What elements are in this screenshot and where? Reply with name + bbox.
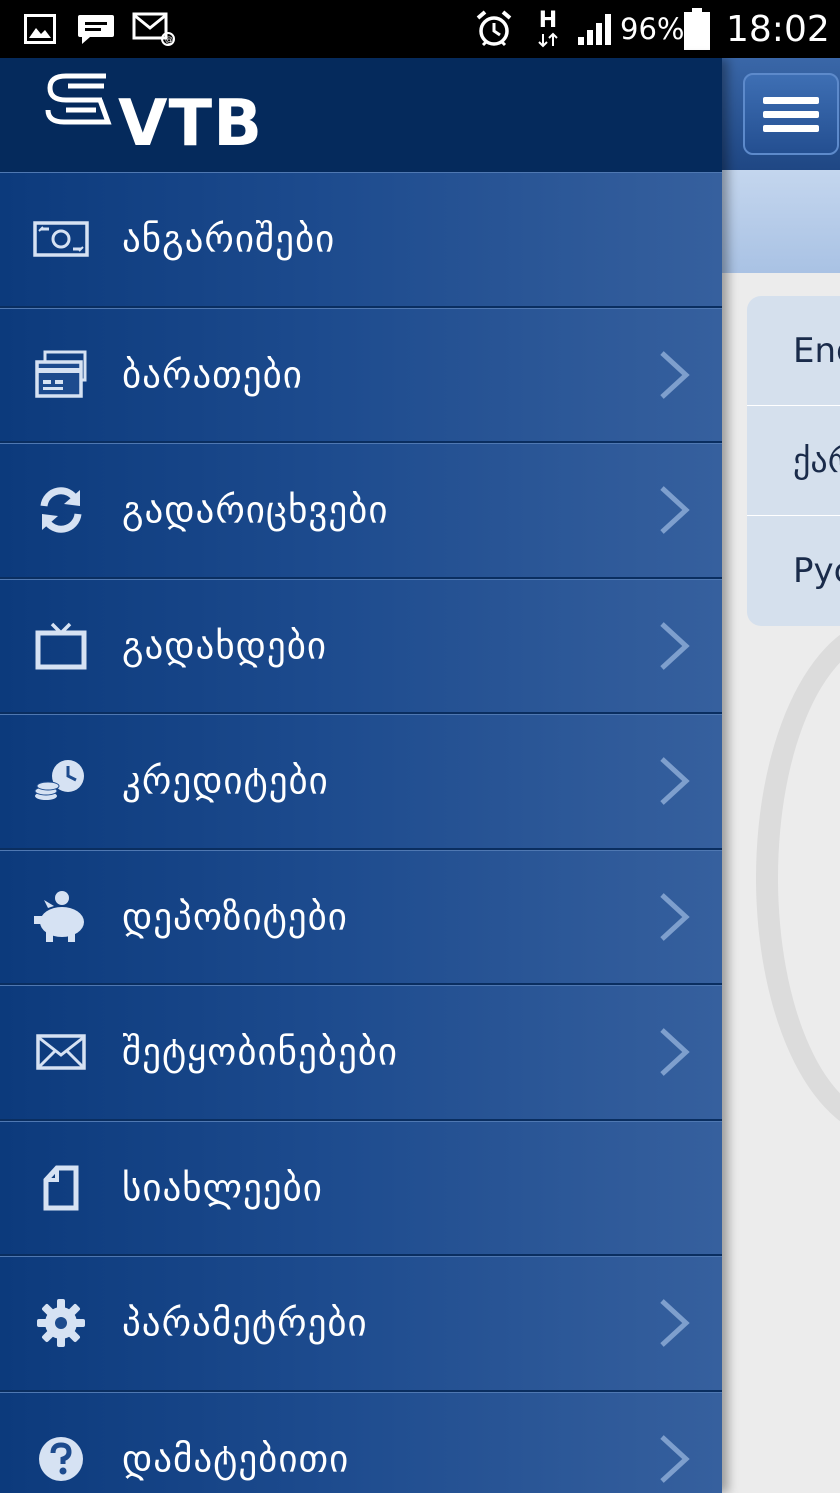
chevron-right-icon bbox=[656, 1297, 692, 1349]
network-type-icon: H bbox=[537, 0, 559, 58]
chevron-right-icon bbox=[656, 349, 692, 401]
piggy-bank-icon bbox=[30, 890, 92, 943]
tv-icon bbox=[30, 620, 92, 672]
chevron-right-icon bbox=[656, 620, 692, 672]
chevron-right-icon bbox=[656, 1433, 692, 1485]
chevron-right-icon bbox=[656, 755, 692, 807]
document-icon bbox=[30, 1162, 92, 1214]
language-option-russian[interactable]: Рус bbox=[747, 516, 840, 626]
menu-item-label: ბარათები bbox=[122, 353, 303, 397]
hamburger-menu-button[interactable] bbox=[743, 73, 839, 155]
menu-item-label: გადახდები bbox=[122, 624, 328, 668]
background-swoosh bbox=[756, 618, 840, 1138]
chevron-right-icon bbox=[656, 1026, 692, 1078]
menu-item-news[interactable]: სიახლეები bbox=[0, 1120, 722, 1256]
menu-item-settings[interactable]: პარამეტრები bbox=[0, 1256, 722, 1392]
gear-icon bbox=[30, 1297, 92, 1349]
menu-item-deposits[interactable]: დეპოზიტები bbox=[0, 849, 722, 985]
menu-item-label: გადარიცხვები bbox=[122, 488, 389, 532]
help-icon bbox=[30, 1433, 92, 1485]
navigation-drawer: VTB ანგარიშები ბარათები გადარიცხვები გად… bbox=[0, 58, 722, 1493]
menu-item-label: დეპოზიტები bbox=[122, 895, 348, 939]
clock: 18:02 bbox=[726, 8, 830, 50]
menu-item-label: ანგარიშები bbox=[122, 217, 336, 261]
menu-item-credits[interactable]: კრედიტები bbox=[0, 714, 722, 850]
menu-item-label: პარამეტრები bbox=[122, 1301, 368, 1345]
chat-icon bbox=[76, 0, 116, 58]
money-icon bbox=[30, 213, 92, 265]
hamburger-icon bbox=[763, 96, 819, 104]
menu-item-transfers[interactable]: გადარიცხვები bbox=[0, 443, 722, 579]
language-selector: Eng ქარ Рус bbox=[747, 296, 840, 626]
background-screen: Eng ქარ Рус bbox=[722, 58, 840, 1493]
chevron-right-icon bbox=[656, 891, 692, 943]
chevron-right-icon bbox=[656, 484, 692, 536]
language-option-georgian[interactable]: ქარ bbox=[747, 406, 840, 516]
menu-item-additional[interactable]: დამატებითი bbox=[0, 1391, 722, 1493]
battery-icon bbox=[682, 0, 712, 58]
refresh-icon bbox=[30, 484, 92, 536]
language-option-english[interactable]: Eng bbox=[747, 296, 840, 406]
email-icon: @ bbox=[132, 0, 176, 58]
signal-icon bbox=[576, 0, 616, 58]
coins-clock-icon bbox=[30, 755, 92, 807]
menu-item-accounts[interactable]: ანგარიშები bbox=[0, 172, 722, 308]
image-icon bbox=[24, 0, 56, 58]
vtb-logo-icon bbox=[44, 72, 114, 130]
svg-text:@: @ bbox=[165, 35, 173, 44]
drawer-header: VTB bbox=[0, 58, 722, 172]
battery-percent: 96% bbox=[620, 12, 685, 46]
menu-list: ანგარიშები ბარათები გადარიცხვები გადახდე… bbox=[0, 172, 722, 1493]
header-band bbox=[722, 170, 840, 273]
menu-item-messages[interactable]: შეტყობინებები bbox=[0, 985, 722, 1121]
menu-item-label: სიახლეები bbox=[122, 1166, 323, 1210]
menu-item-payments[interactable]: გადახდები bbox=[0, 578, 722, 714]
menu-item-label: დამატებითი bbox=[122, 1437, 350, 1481]
menu-item-label: შეტყობინებები bbox=[122, 1030, 399, 1074]
cards-icon bbox=[30, 349, 92, 401]
menu-item-cards[interactable]: ბარათები bbox=[0, 307, 722, 443]
brand-name: VTB bbox=[118, 87, 263, 161]
envelope-icon bbox=[30, 1026, 92, 1078]
alarm-icon bbox=[474, 0, 514, 58]
status-bar: @ H 96% 18:02 bbox=[0, 0, 840, 58]
menu-item-label: კრედიტები bbox=[122, 759, 329, 803]
